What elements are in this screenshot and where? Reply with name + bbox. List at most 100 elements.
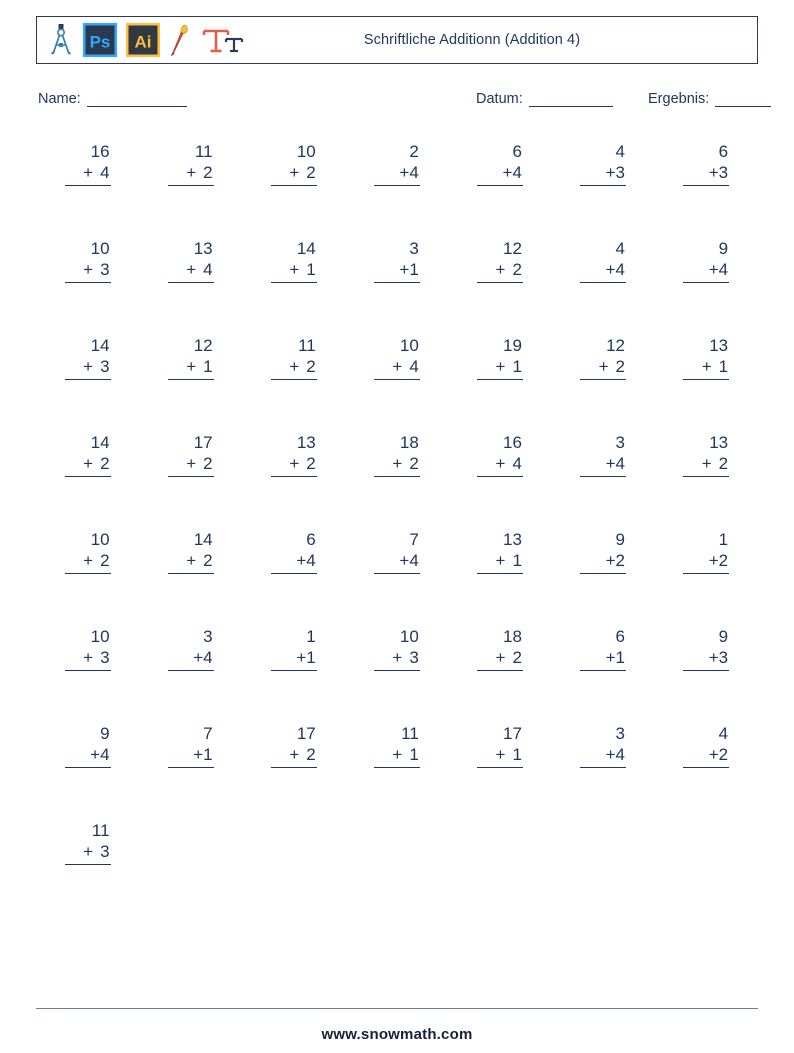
addition-problem[interactable]: 14 +1 xyxy=(270,239,317,283)
addition-problem[interactable]: 1 +1 xyxy=(270,627,317,671)
addition-problem[interactable]: 17 +2 xyxy=(167,433,214,477)
plus-operator: + xyxy=(701,357,712,376)
meta-row: Name: Datum: Ergebnis: xyxy=(38,92,772,114)
name-input-line[interactable] xyxy=(86,93,187,107)
addition-problem[interactable]: 11 +2 xyxy=(270,336,317,380)
second-addend: 2 xyxy=(718,454,729,473)
addition-problem[interactable]: 2 +4 xyxy=(373,142,420,186)
addition-problem[interactable]: 9 +4 xyxy=(64,724,111,768)
operator-and-second-addend: +2 xyxy=(270,162,317,186)
problem-row: 11 +3 xyxy=(36,821,758,918)
operator-and-second-addend: +2 xyxy=(580,550,627,574)
addition-problem[interactable]: 4 +4 xyxy=(580,239,627,283)
addition-problem[interactable]: 7 +1 xyxy=(167,724,214,768)
addition-problem[interactable]: 6 +1 xyxy=(580,627,627,671)
addition-problem[interactable]: 14 +3 xyxy=(64,336,111,380)
first-addend: 10 xyxy=(90,530,110,549)
addition-problem[interactable]: 13 +4 xyxy=(167,239,214,283)
addition-problem[interactable]: 12 +1 xyxy=(167,336,214,380)
addition-problem[interactable]: 18 +2 xyxy=(373,433,420,477)
addition-problem[interactable]: 12 +2 xyxy=(476,239,523,283)
addition-problem[interactable]: 17 +1 xyxy=(476,724,523,768)
operator-and-second-addend: +3 xyxy=(683,647,730,671)
addition-problem[interactable]: 1 +2 xyxy=(683,530,730,574)
problem-row: 14 +2 17 +2 13 +2 18 +2 16 +4 3 +4 13 +2 xyxy=(36,433,758,530)
addition-problem[interactable]: 16 +4 xyxy=(476,433,523,477)
second-addend: 4 xyxy=(615,454,626,473)
addition-problem[interactable]: 19 +1 xyxy=(476,336,523,380)
second-addend: 3 xyxy=(409,648,419,667)
operator-and-second-addend: +2 xyxy=(64,453,111,477)
addition-problem[interactable]: 9 +2 xyxy=(580,530,627,574)
plus-operator: + xyxy=(289,163,300,182)
addition-problem[interactable]: 12 +2 xyxy=(580,336,627,380)
addition-problem[interactable]: 10 +2 xyxy=(270,142,317,186)
footer-divider xyxy=(36,1008,758,1009)
addition-problem[interactable]: 9 +3 xyxy=(683,627,730,671)
addition-problem[interactable]: 14 +2 xyxy=(64,433,111,477)
datum-input-line[interactable] xyxy=(528,93,613,107)
plus-operator: + xyxy=(296,648,307,667)
first-addend: 17 xyxy=(193,433,213,452)
addition-problem[interactable]: 9 +4 xyxy=(683,239,730,283)
second-addend: 4 xyxy=(100,163,110,182)
first-addend: 6 xyxy=(512,142,522,161)
addition-problem[interactable]: 10 +3 xyxy=(373,627,420,671)
name-label: Name: xyxy=(38,91,81,107)
operator-and-second-addend: +2 xyxy=(167,453,214,477)
operator-and-second-addend: +2 xyxy=(476,647,523,671)
addition-problem[interactable]: 6 +4 xyxy=(270,530,317,574)
plus-operator: + xyxy=(708,260,719,279)
addition-problem[interactable]: 3 +4 xyxy=(580,724,627,768)
addition-problem[interactable]: 7 +4 xyxy=(373,530,420,574)
addition-problem[interactable]: 6 +4 xyxy=(476,142,523,186)
operator-and-second-addend: +4 xyxy=(476,453,523,477)
addition-problem[interactable]: 4 +3 xyxy=(580,142,627,186)
second-addend: 4 xyxy=(615,745,626,764)
problem-cell: 18 +2 xyxy=(345,433,448,530)
problem-cell: 4 +2 xyxy=(655,724,758,821)
first-addend: 19 xyxy=(503,336,522,355)
addition-problem[interactable]: 13 +2 xyxy=(683,433,730,477)
problem-row: 14 +3 12 +1 11 +2 10 +4 19 +1 12 +2 13 +1 xyxy=(36,336,758,433)
addition-problem[interactable]: 3 +4 xyxy=(580,433,627,477)
operator-and-second-addend: +4 xyxy=(580,259,627,283)
problem-cell: 14 +3 xyxy=(36,336,139,433)
first-addend: 13 xyxy=(296,433,316,452)
addition-problem[interactable]: 10 +3 xyxy=(64,239,111,283)
addition-problem[interactable]: 10 +2 xyxy=(64,530,111,574)
plus-operator: + xyxy=(495,648,506,667)
plus-operator: + xyxy=(495,260,506,279)
addition-problem[interactable]: 10 +4 xyxy=(373,336,420,380)
addition-problem[interactable]: 18 +2 xyxy=(476,627,523,671)
plus-operator: + xyxy=(193,648,204,667)
problem-cell: 10 +3 xyxy=(36,627,139,724)
addition-problem[interactable]: 10 +3 xyxy=(64,627,111,671)
addition-problem[interactable]: 16 +4 xyxy=(64,142,111,186)
addition-problem[interactable]: 14 +2 xyxy=(167,530,214,574)
addition-problem[interactable]: 11 +2 xyxy=(167,142,214,186)
addition-problem[interactable]: 13 +1 xyxy=(683,336,730,380)
addition-problem[interactable]: 3 +1 xyxy=(373,239,420,283)
second-addend: 1 xyxy=(203,745,213,764)
datum-field[interactable]: Datum: xyxy=(476,92,613,107)
addition-problem[interactable]: 11 +3 xyxy=(64,821,111,865)
addition-problem[interactable]: 3 +4 xyxy=(167,627,214,671)
addition-problem[interactable]: 17 +2 xyxy=(270,724,317,768)
problem-cell: 17 +1 xyxy=(448,724,551,821)
operator-and-second-addend: +2 xyxy=(270,744,317,768)
first-addend: 14 xyxy=(193,530,213,549)
ergebnis-field[interactable]: Ergebnis: xyxy=(648,92,772,107)
second-addend: 4 xyxy=(718,260,729,279)
problem-cell: 9 +3 xyxy=(655,627,758,724)
ergebnis-input-line[interactable] xyxy=(715,93,772,107)
addition-problem[interactable]: 13 +2 xyxy=(270,433,317,477)
addition-problem[interactable]: 6 +3 xyxy=(683,142,730,186)
operator-and-second-addend: +3 xyxy=(64,841,111,865)
problem-cell: 6 +4 xyxy=(242,530,345,627)
name-field[interactable]: Name: xyxy=(38,92,187,107)
addition-problem[interactable]: 13 +1 xyxy=(476,530,523,574)
addition-problem[interactable]: 11 +1 xyxy=(373,724,420,768)
addition-problem[interactable]: 4 +2 xyxy=(683,724,730,768)
first-addend: 11 xyxy=(194,142,213,161)
